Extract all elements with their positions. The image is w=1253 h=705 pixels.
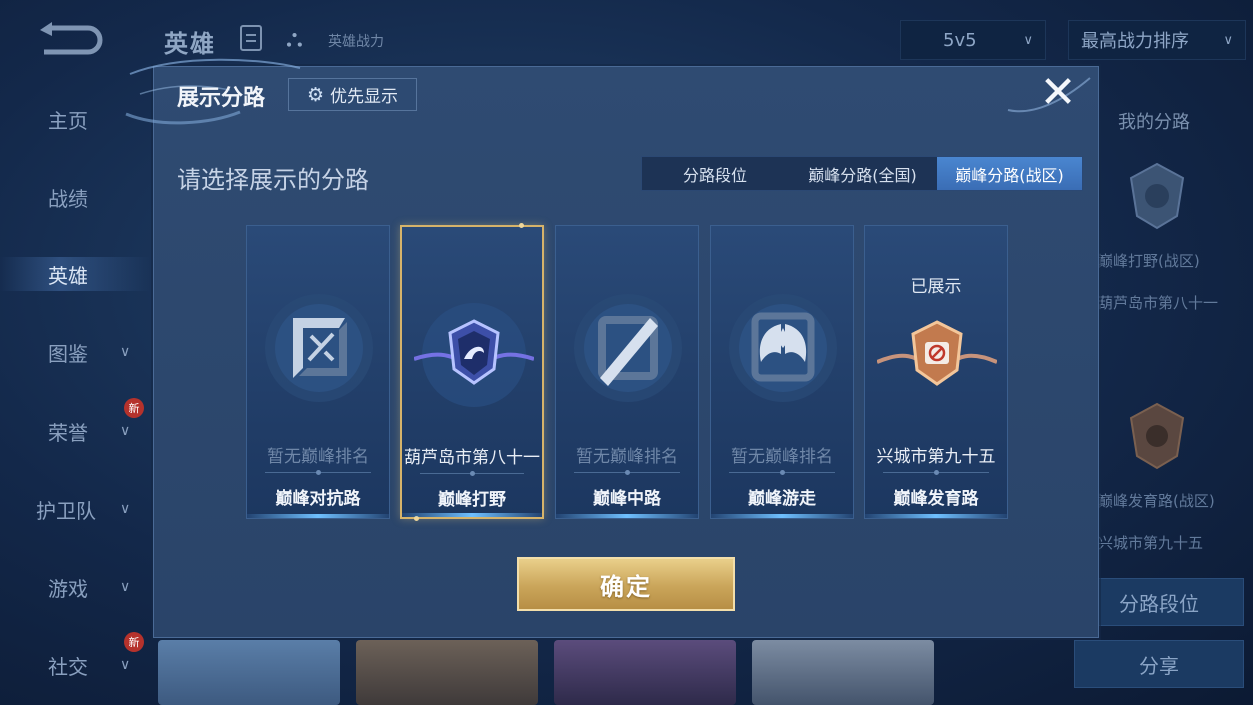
- tab-peak-national[interactable]: 巅峰分路(全国): [788, 157, 937, 190]
- jungle-emblem-icon: [414, 303, 534, 407]
- card-divider: [574, 470, 680, 475]
- new-badge: 新: [124, 632, 144, 652]
- right-lane-name: 巅峰发育路(战区): [1098, 492, 1215, 510]
- mid-lane-icon: [574, 294, 682, 402]
- lane-name: 巅峰中路: [593, 489, 661, 509]
- lane-tab-group: 分路段位 巅峰分路(全国) 巅峰分路(战区): [641, 156, 1083, 191]
- card-glow: [247, 514, 389, 518]
- priority-display-button[interactable]: ⚙ 优先显示: [288, 78, 417, 111]
- corner-sparkle: [519, 223, 524, 228]
- chevron-down-icon: ∨: [120, 423, 131, 439]
- card-divider: [883, 470, 989, 475]
- confirm-button[interactable]: 确定: [517, 557, 735, 611]
- farm-lane-emblem-icon: [877, 320, 997, 386]
- lane-rank-text: 暂无巅峰排名: [267, 447, 369, 467]
- mode-select-value: 5v5: [943, 29, 977, 51]
- sort-select[interactable]: 最高战力排序 ∨: [1068, 20, 1246, 60]
- sidebar-item-label: 主页: [48, 108, 88, 133]
- lane-name: 巅峰打野: [438, 490, 506, 510]
- lane-name: 巅峰发育路: [893, 489, 979, 509]
- hero-power-label: 英雄战力: [328, 34, 384, 50]
- sidebar-item-record[interactable]: 战绩: [0, 172, 150, 222]
- right-lane-name: 巅峰打野(战区): [1098, 252, 1200, 270]
- chevron-down-icon: ∨: [120, 657, 131, 673]
- hero-portrait[interactable]: [158, 640, 340, 705]
- section-title: 请选择展示的分路: [177, 166, 369, 194]
- sidebar-item-heroes[interactable]: 英雄: [0, 249, 150, 299]
- sidebar-item-guard[interactable]: 护卫队 ∨: [0, 484, 150, 534]
- hero-power-icon: ⛬: [286, 24, 303, 52]
- tab-peak-region[interactable]: 巅峰分路(战区): [937, 157, 1082, 190]
- sidebar-item-label: 战绩: [48, 186, 88, 211]
- chevron-down-icon: ∨: [1023, 32, 1033, 48]
- roam-wings-icon: [729, 294, 837, 402]
- card-glow: [556, 514, 698, 518]
- hero-portrait[interactable]: [752, 640, 934, 705]
- lane-name: 巅峰对抗路: [275, 489, 361, 509]
- lane-card-roam[interactable]: 暂无巅峰排名 巅峰游走: [710, 225, 854, 519]
- right-lane-rank: 葫芦岛市第八十一: [1098, 294, 1219, 312]
- chevron-down-icon: ∨: [120, 501, 131, 517]
- jungle-emblem-icon: [1129, 162, 1185, 230]
- card-glow: [711, 514, 853, 518]
- share-button[interactable]: 分享: [1074, 640, 1244, 688]
- sidebar-item-label: 护卫队: [36, 498, 96, 523]
- lane-card-farm[interactable]: 已展示 兴城市第九十五 巅峰发育路: [864, 225, 1008, 519]
- lane-rank-text: 暂无巅峰排名: [731, 447, 833, 467]
- chevron-down-icon: ∨: [120, 579, 131, 595]
- lane-card-jungle[interactable]: 葫芦岛市第八十一 巅峰打野: [400, 223, 544, 521]
- tab-lane-rank[interactable]: 分路段位: [642, 157, 788, 190]
- card-divider: [729, 470, 835, 475]
- lane-name: 巅峰游走: [748, 489, 816, 509]
- lane-rank-text: 兴城市第九十五: [876, 447, 996, 467]
- sidebar-item-games[interactable]: 游戏 ∨: [0, 562, 150, 612]
- card-divider: [420, 471, 524, 476]
- lane-rank-text: 葫芦岛市第八十一: [404, 448, 540, 468]
- priority-display-label: 优先显示: [330, 87, 399, 107]
- new-badge: 新: [124, 398, 144, 418]
- right-lane-rank: 兴城市第九十五: [1098, 534, 1204, 552]
- farm-lane-emblem-icon: [1129, 402, 1185, 470]
- clash-lane-icon: [265, 294, 373, 402]
- list-icon[interactable]: [240, 25, 262, 51]
- chevron-down-icon: ∨: [1223, 32, 1233, 48]
- dialog-title: 展示分路: [177, 86, 266, 111]
- card-glow: [865, 514, 1007, 518]
- hero-portrait[interactable]: [356, 640, 538, 705]
- lane-card-mid[interactable]: 暂无巅峰排名 巅峰中路: [555, 225, 699, 519]
- sidebar-item-label: 社交: [48, 654, 88, 679]
- lane-rank-button[interactable]: 分路段位: [1074, 578, 1244, 626]
- lane-card-clash[interactable]: 暂无巅峰排名 巅峰对抗路: [246, 225, 390, 519]
- sidebar-item-label: 图鉴: [48, 341, 88, 366]
- my-lanes-heading: 我的分路: [1118, 112, 1190, 133]
- sidebar-item-codex[interactable]: 图鉴 ∨: [0, 327, 150, 377]
- sort-select-value: 最高战力排序: [1081, 31, 1189, 52]
- close-icon[interactable]: ✕: [1038, 71, 1078, 115]
- gear-icon: ⚙: [306, 83, 325, 106]
- card-glow: [402, 513, 542, 517]
- chevron-down-icon: ∨: [120, 344, 131, 360]
- sidebar-item-label: 英雄: [48, 263, 88, 288]
- back-arrow-icon[interactable]: [38, 22, 104, 56]
- sidebar-item-label: 游戏: [48, 576, 88, 601]
- card-divider: [265, 470, 371, 475]
- lane-rank-text: 暂无巅峰排名: [576, 447, 678, 467]
- sidebar-item-label: 荣誉: [48, 420, 88, 445]
- mode-select[interactable]: 5v5 ∨: [900, 20, 1046, 60]
- hero-portrait[interactable]: [554, 640, 736, 705]
